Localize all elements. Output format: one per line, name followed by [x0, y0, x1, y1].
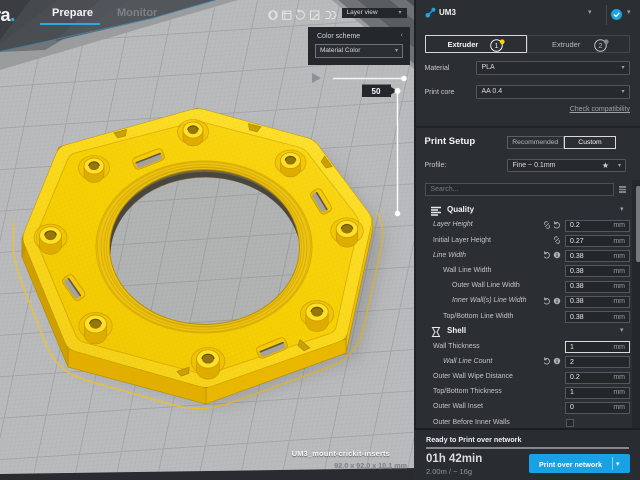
svg-text:2: 2	[599, 43, 603, 50]
svg-text:1: 1	[494, 43, 498, 50]
svg-text:50: 50	[372, 87, 381, 96]
